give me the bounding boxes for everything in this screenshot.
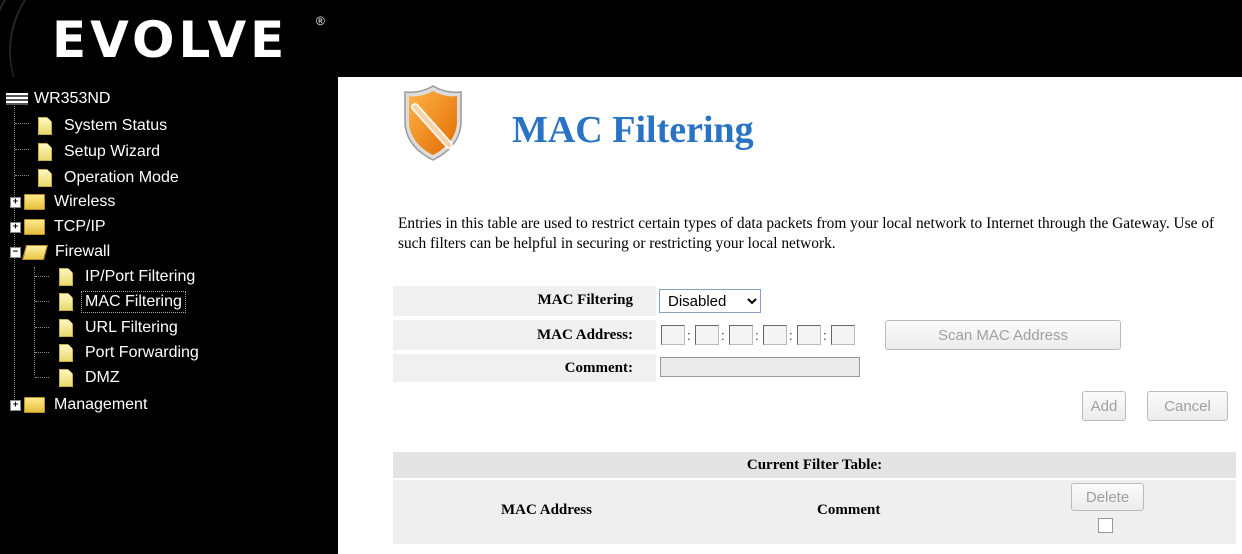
sidebar-item-label: URL Filtering xyxy=(85,319,178,336)
sidebar-item-management[interactable]: + Management xyxy=(10,393,150,417)
tree-connector xyxy=(35,377,49,378)
sidebar-item-root[interactable]: WR353ND xyxy=(6,87,113,111)
sidebar-item-label: TCP/IP xyxy=(54,218,106,235)
page-description: Entries in this table are used to restri… xyxy=(398,215,1215,252)
add-button[interactable]: Add xyxy=(1082,391,1126,421)
document-icon xyxy=(59,369,73,387)
mac-octet-input[interactable] xyxy=(763,325,787,345)
cancel-button[interactable]: Cancel xyxy=(1147,391,1228,421)
folder-open-icon xyxy=(21,244,49,260)
sidebar-item-label: MAC Filtering xyxy=(81,291,186,313)
sidebar-item-mac-filtering[interactable]: MAC Filtering xyxy=(59,290,186,314)
page-title: MAC Filtering xyxy=(512,109,754,151)
sidebar-item-url-filtering[interactable]: URL Filtering xyxy=(59,316,181,340)
sidebar-item-label: IP/Port Filtering xyxy=(85,268,196,285)
router-icon xyxy=(6,93,28,105)
expand-icon[interactable]: + xyxy=(10,399,21,411)
form-row-comment: Comment: xyxy=(393,354,1236,382)
brand-logo: EVOLVE xyxy=(52,11,289,69)
document-icon xyxy=(59,344,73,362)
document-icon xyxy=(59,268,73,286)
collapse-icon[interactable]: − xyxy=(10,246,21,258)
sidebar-item-label: Port Forwarding xyxy=(85,344,199,361)
comment-input[interactable] xyxy=(660,357,860,377)
sidebar-item-dmz[interactable]: DMZ xyxy=(59,366,123,390)
sidebar-item-firewall[interactable]: − Firewall xyxy=(10,240,113,264)
mac-octet-input[interactable] xyxy=(661,325,685,345)
sidebar-item-operation-mode[interactable]: Operation Mode xyxy=(38,166,182,190)
sidebar-item-label: System Status xyxy=(64,117,168,134)
expand-icon[interactable]: + xyxy=(10,196,21,208)
tree-connector xyxy=(34,267,35,375)
sidebar-item-label: Firewall xyxy=(55,243,111,260)
document-icon xyxy=(38,117,52,135)
tree-connector xyxy=(35,301,49,302)
sidebar-item-wireless[interactable]: + Wireless xyxy=(10,190,118,214)
mac-octet-input[interactable] xyxy=(729,325,753,345)
tree-connector xyxy=(35,352,49,353)
tree-connector xyxy=(15,175,29,176)
sidebar-item-setup-wizard[interactable]: Setup Wizard xyxy=(38,140,163,164)
sidebar-item-label: Wireless xyxy=(54,193,116,210)
mac-octet-input[interactable] xyxy=(831,325,855,345)
comment-label: Comment: xyxy=(564,360,633,376)
mac-separator: : xyxy=(755,328,759,343)
sidebar-item-tcpip[interactable]: + TCP/IP xyxy=(10,215,109,239)
expand-icon[interactable]: + xyxy=(10,221,21,233)
mac-separator: : xyxy=(789,328,793,343)
filter-table-header: Current Filter Table: xyxy=(393,452,1236,478)
document-icon xyxy=(59,319,73,337)
mac-separator: : xyxy=(687,328,691,343)
mac-octet-input[interactable] xyxy=(797,325,821,345)
mac-address-label: MAC Address: xyxy=(537,327,633,343)
sidebar-item-label: WR353ND xyxy=(34,90,111,107)
sidebar-item-system-status[interactable]: System Status xyxy=(38,114,170,138)
tree-connector xyxy=(15,149,29,150)
mac-filtering-label: MAC Filtering xyxy=(537,292,633,308)
column-header-mac-address: MAC Address xyxy=(501,502,592,518)
mac-octet-input[interactable] xyxy=(695,325,719,345)
sidebar-item-port-forwarding[interactable]: Port Forwarding xyxy=(59,341,202,365)
sidebar-item-label: Operation Mode xyxy=(64,169,179,186)
tree-connector xyxy=(35,276,49,277)
sidebar-tree: WR353ND System Status Setup Wizard Opera… xyxy=(0,77,338,554)
scan-mac-address-button[interactable]: Scan MAC Address xyxy=(885,320,1121,350)
form-row-mac-address: MAC Address: : : : : : Scan MAC Address xyxy=(393,320,1236,350)
mac-separator: : xyxy=(823,328,827,343)
folder-icon xyxy=(24,397,45,413)
document-icon xyxy=(59,293,73,311)
delete-button[interactable]: Delete xyxy=(1071,483,1144,511)
tree-connector xyxy=(15,123,29,124)
sidebar-item-label: Setup Wizard xyxy=(64,143,161,160)
mac-separator: : xyxy=(721,328,725,343)
form-row-mac-filtering: MAC Filtering Disabled xyxy=(393,286,1236,316)
tree-connector xyxy=(35,327,49,328)
document-icon xyxy=(38,143,52,161)
sidebar-item-ip-port-filtering[interactable]: IP/Port Filtering xyxy=(59,265,198,289)
registered-mark: ® xyxy=(316,14,325,28)
folder-icon xyxy=(24,194,45,210)
sidebar-item-label: Management xyxy=(54,396,148,413)
mac-filtering-select[interactable]: Disabled xyxy=(659,289,761,313)
sidebar-item-label: DMZ xyxy=(85,369,120,386)
folder-icon xyxy=(24,219,45,235)
select-all-checkbox[interactable] xyxy=(1098,518,1113,533)
column-header-comment: Comment xyxy=(817,502,881,518)
shield-icon xyxy=(404,85,462,161)
header-banner: EVOLVE ® xyxy=(0,0,1242,77)
document-icon xyxy=(38,169,52,187)
